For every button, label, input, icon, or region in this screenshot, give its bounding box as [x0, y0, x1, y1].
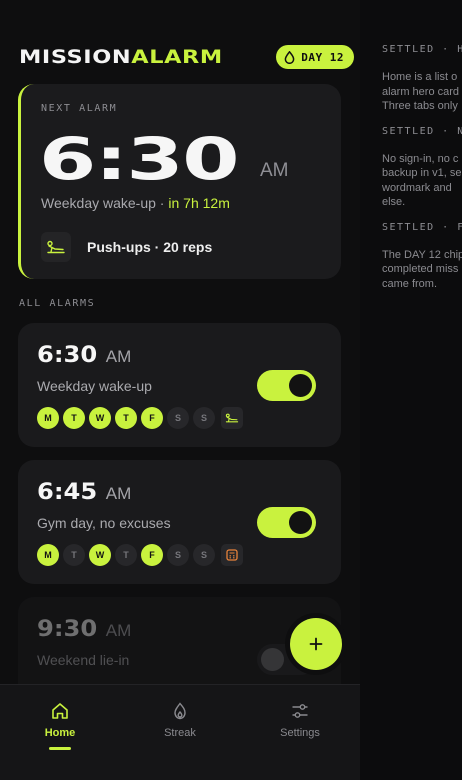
nav-item-streak[interactable]: Streak — [120, 685, 240, 780]
day-chip-thu: T — [115, 407, 137, 429]
flame-icon — [174, 702, 186, 720]
alarm-time: 6:45 — [37, 480, 98, 505]
pushup-icon — [221, 407, 243, 429]
next-alarm-name: Weekday wake-up — [41, 195, 156, 211]
calculator-icon — [221, 544, 243, 566]
day-chip-fri: F — [141, 407, 163, 429]
nav-label: Streak — [164, 727, 196, 739]
day-chip-sat: S — [167, 544, 189, 566]
add-alarm-button[interactable] — [290, 618, 342, 670]
section-label-all-alarms: ALL ALARMS — [19, 298, 96, 309]
nav-item-settings[interactable]: Settings — [240, 685, 360, 780]
sliders-icon — [292, 704, 308, 718]
note-line: wordmark and — [382, 181, 452, 194]
bottom-nav: Home Streak Settings — [0, 684, 360, 780]
day-chip-sun: S — [193, 407, 215, 429]
day-chip-mon: M — [37, 407, 59, 429]
alarm-time-row: 6:45 AM — [37, 480, 131, 505]
note-heading: SETTLED · HO — [382, 44, 462, 55]
next-alarm-time: 6:30 — [39, 125, 240, 193]
next-alarm-ampm: AM — [260, 160, 289, 181]
wordmark: MISSION ALARM — [19, 46, 223, 68]
next-alarm-card[interactable]: NEXT ALARM 6:30 AM Weekday wake-up · in … — [18, 84, 341, 279]
note-line: backup in v1, se — [382, 167, 462, 179]
note-line: alarm hero card — [382, 85, 460, 98]
wordmark-part-1: MISSION — [19, 46, 132, 68]
nav-label: Settings — [280, 727, 320, 739]
plus-icon — [309, 637, 323, 651]
note-line: Three tabs only — [382, 100, 458, 112]
day-chip-sat: S — [167, 407, 189, 429]
alarm-days: M T W T F S S — [37, 544, 243, 566]
day-chip-mon: M — [37, 544, 59, 566]
alarm-label: Weekend lie-in — [37, 652, 130, 668]
day-chip-wed: W — [89, 407, 111, 429]
design-notes-panel: SETTLED · HO Home is a list o alarm hero… — [382, 44, 462, 291]
wordmark-part-2: ALARM — [131, 46, 223, 68]
streak-chip[interactable]: DAY 12 — [276, 45, 354, 69]
note-line: else. — [382, 196, 406, 208]
alarm-card[interactable]: 6:30 AM Weekday wake-up M T W T F S S — [18, 323, 341, 447]
alarm-toggle[interactable] — [257, 507, 316, 538]
note-line: The DAY 12 chip — [382, 248, 462, 261]
alarm-toggle[interactable] — [257, 370, 316, 401]
alarm-label: Weekday wake-up — [37, 378, 152, 394]
alarm-ampm: AM — [105, 484, 132, 503]
alarm-time: 9:30 — [37, 617, 98, 642]
note-heading: SETTLED · NO — [382, 125, 462, 137]
note-line: completed miss — [382, 263, 459, 275]
day-chip-sun: S — [193, 544, 215, 566]
home-icon — [52, 703, 68, 719]
alarm-days: M T W T F S S — [37, 407, 243, 429]
separator: · — [155, 195, 169, 211]
day-chip-tue: T — [63, 544, 85, 566]
day-chip-fri: F — [141, 544, 163, 566]
flame-icon — [284, 50, 295, 64]
next-alarm-subline: Weekday wake-up · in 7h 12m — [41, 195, 230, 211]
day-chip-tue: T — [63, 407, 85, 429]
toggle-knob — [289, 511, 312, 534]
alarm-time: 6:30 — [37, 343, 98, 368]
toggle-knob — [261, 648, 284, 671]
note-heading: SETTLED · FO — [382, 221, 462, 233]
alarm-card[interactable]: 6:45 AM Gym day, no excuses M T W T F S … — [18, 460, 341, 584]
day-chip-thu: T — [115, 544, 137, 566]
nav-item-home[interactable]: Home — [0, 685, 120, 780]
note-line: came from. — [382, 277, 438, 290]
next-alarm-mission-text: Push-ups · 20 reps — [87, 239, 213, 255]
next-alarm-label: NEXT ALARM — [41, 103, 118, 114]
alarm-time-row: 9:30 AM — [37, 617, 131, 642]
nav-label: Home — [44, 727, 76, 739]
phone-screen: MISSION ALARM DAY 12 NEXT ALARM 6:30 AM W… — [0, 0, 360, 780]
next-alarm-eta: in 7h 12m — [168, 195, 230, 211]
pushup-icon — [41, 232, 71, 262]
alarm-label: Gym day, no excuses — [37, 515, 171, 531]
toggle-knob — [289, 374, 312, 397]
streak-chip-label: DAY 12 — [301, 50, 344, 64]
alarm-time-row: 6:30 AM — [37, 343, 131, 368]
active-indicator — [49, 747, 71, 750]
alarm-ampm: AM — [105, 621, 132, 640]
note-line: Home is a list o — [382, 71, 458, 83]
day-chip-wed: W — [89, 544, 111, 566]
next-alarm-mission: Push-ups · 20 reps — [41, 232, 212, 262]
alarm-ampm: AM — [105, 347, 132, 366]
header: MISSION ALARM DAY 12 — [19, 44, 354, 70]
note-line: No sign-in, no c — [382, 152, 459, 165]
